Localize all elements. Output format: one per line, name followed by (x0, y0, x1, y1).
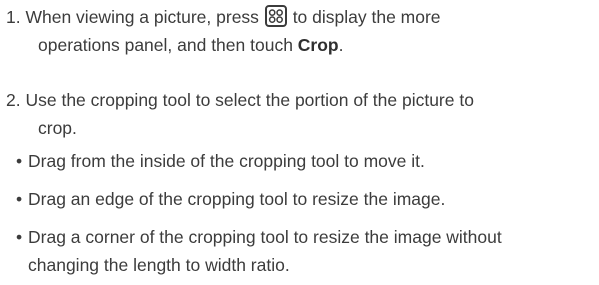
bullet-dot: • (16, 227, 23, 247)
bullet-dot: • (16, 151, 23, 171)
step-1-text-start: When viewing a picture, press (25, 7, 259, 27)
bullet-text-continued: changing the length to width ratio. (28, 255, 290, 275)
step-1-period: . (338, 35, 344, 55)
crop-label: Crop (297, 35, 339, 55)
bullet-text: Drag a corner of the cropping tool to re… (28, 227, 502, 247)
step-2-bullet-list: • Drag from the inside of the cropping to… (16, 147, 596, 279)
bullet-dot: • (16, 189, 23, 209)
step-1-text-end: to display the more (292, 7, 441, 27)
step-1-text-line2: operations panel, and then touch (38, 35, 293, 55)
bullet-item-resize-edge: • Drag an edge of the cropping tool to re… (16, 185, 596, 213)
bullet-item-resize-corner: • Drag a corner of the cropping tool to r… (16, 223, 596, 279)
step-2-text-line2: crop. (38, 118, 77, 138)
more-operations-icon (264, 5, 287, 28)
step-1: 1. When viewing a picture, press to disp… (6, 3, 596, 59)
bullet-item-move: • Drag from the inside of the cropping to… (16, 147, 596, 175)
instructions-document: 1. When viewing a picture, press to disp… (0, 0, 599, 285)
step-2-text-line1: Use the cropping tool to select the port… (25, 90, 474, 110)
step-1-number: 1. (6, 7, 21, 27)
step-2-number: 2. (6, 90, 21, 110)
step-2: 2. Use the cropping tool to select the p… (6, 86, 596, 142)
bullet-text: Drag from the inside of the cropping too… (28, 151, 425, 171)
bullet-text: Drag an edge of the cropping tool to res… (28, 189, 446, 209)
